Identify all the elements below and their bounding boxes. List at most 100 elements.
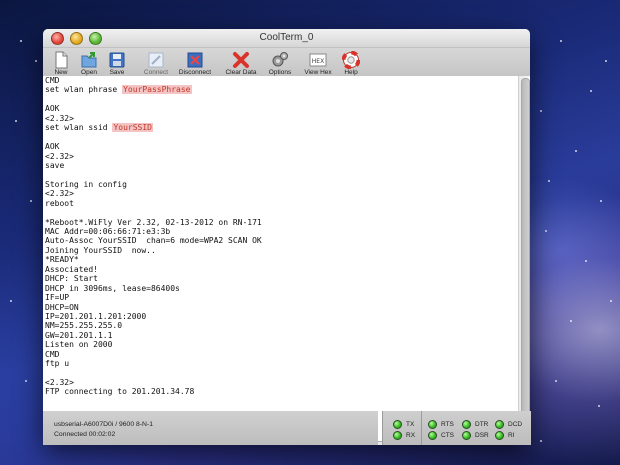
star — [25, 380, 27, 382]
terminal-line: Listen on 2000 — [45, 340, 517, 349]
terminal-line: *READY* — [45, 255, 517, 264]
terminal-line: save — [45, 161, 517, 170]
terminal-line: CMD — [45, 350, 517, 359]
connect-button[interactable]: Connect — [139, 51, 173, 76]
star — [575, 150, 577, 152]
terminal-area[interactable]: CMD set wlan phrase YourPassPhrase AOK <2.3… — [43, 76, 530, 442]
dcd-label: DCD — [508, 421, 523, 428]
terminal-output[interactable]: CMD set wlan phrase YourPassPhrase AOK <2.3… — [45, 76, 517, 441]
terminal-line: <2.32> — [45, 152, 517, 161]
rx-indicator: RX — [393, 431, 415, 440]
save-button[interactable]: Save — [105, 51, 129, 76]
vertical-scrollbar[interactable] — [518, 76, 530, 441]
star — [30, 200, 32, 202]
terminal-line-text: *READY* — [45, 255, 79, 265]
terminal-line-text: save — [45, 160, 65, 170]
star — [35, 60, 37, 62]
terminal-line-text: MAC Addr=00:06:66:71:e3:3b — [45, 227, 171, 236]
terminal-line: IF=UP — [45, 293, 517, 302]
clear-data-button-label: Clear Data — [225, 69, 257, 76]
connect-icon — [148, 52, 164, 68]
terminal-line-text: CMD — [45, 349, 60, 359]
dsr-led-icon — [462, 431, 471, 440]
star — [600, 200, 602, 202]
rts-led-icon — [428, 420, 437, 429]
terminal-line-text: AOK — [45, 104, 60, 114]
terminal-line: Storing in config — [45, 180, 517, 189]
highlighted-value: YourPassPhrase — [122, 85, 192, 95]
terminal-line-text: set wlan ssid — [45, 123, 113, 133]
star — [560, 40, 562, 42]
hex-icon: HEX — [309, 53, 327, 67]
dcd-indicator: DCD — [495, 420, 522, 429]
connection-status: Connected 00:02:02 — [54, 431, 116, 438]
clear-data-button[interactable]: Clear Data — [223, 51, 259, 76]
terminal-line-text: DHCP=ON — [45, 302, 79, 312]
cts-indicator: CTS — [428, 431, 454, 440]
terminal-line-text: DHCP in 3096ms, lease=86400s — [45, 283, 180, 293]
tx-indicator: TX — [393, 420, 414, 429]
terminal-line-text: CMD — [45, 76, 60, 85]
new-button[interactable]: New — [49, 51, 73, 76]
port-settings: usbserial-A6007D0i / 9600 8-N-1 — [54, 421, 153, 428]
star — [605, 60, 607, 62]
rx-led-icon — [393, 431, 402, 440]
help-button[interactable]: Help — [339, 51, 363, 76]
terminal-line: <2.32> — [45, 378, 517, 387]
dtr-indicator[interactable]: DTR — [462, 420, 488, 429]
terminal-line: <2.32> — [45, 114, 517, 123]
open-folder-icon — [81, 52, 97, 68]
terminal-line: DHCP in 3096ms, lease=86400s — [45, 284, 517, 293]
dsr-label: DSR — [475, 432, 489, 439]
coolterm-window: CoolTerm_0 New Open Save Connect Disconn… — [43, 29, 530, 445]
terminal-line: *Reboot*.WiFly Ver 2.32, 02-13-2012 on R… — [45, 218, 517, 227]
terminal-line: CMD — [45, 76, 517, 85]
terminal-line: GW=201.201.1.1 — [45, 331, 517, 340]
terminal-line: ftp u — [45, 359, 517, 368]
save-disk-icon — [109, 52, 125, 68]
terminal-line-text: <2.32> — [45, 189, 74, 199]
terminal-line: AOK — [45, 104, 517, 113]
terminal-line-text: IF=UP — [45, 293, 70, 303]
terminal-line-text: Storing in config — [45, 179, 127, 189]
open-button-label: Open — [81, 69, 97, 76]
tx-led-icon — [393, 420, 402, 429]
new-button-label: New — [54, 69, 68, 76]
terminal-line: AOK — [45, 142, 517, 151]
terminal-line-text: Joining YourSSID now.. — [45, 245, 156, 255]
ri-led-icon — [495, 431, 504, 440]
highlighted-value: YourSSID — [112, 123, 153, 133]
dsr-indicator: DSR — [462, 431, 489, 440]
connect-button-label: Connect — [143, 69, 169, 76]
clear-x-icon — [233, 52, 249, 68]
view-hex-button-label: View Hex — [304, 69, 332, 76]
dtr-led-icon — [462, 420, 471, 429]
rts-indicator[interactable]: RTS — [428, 420, 454, 429]
help-button-label: Help — [344, 69, 358, 76]
disconnect-button[interactable]: Disconnect — [177, 51, 213, 76]
star — [570, 320, 572, 322]
star — [10, 300, 12, 302]
terminal-line-text: GW=201.201.1.1 — [45, 330, 113, 340]
terminal-line: reboot — [45, 199, 517, 208]
terminal-line-text: FTP connecting to 201.201.34.78 — [45, 387, 195, 397]
terminal-line: <2.32> — [45, 189, 517, 198]
status-bar: usbserial-A6007D0i / 9600 8-N-1 Connecte… — [43, 411, 378, 445]
title-bar[interactable]: CoolTerm_0 — [43, 29, 530, 48]
terminal-line-text: NM=255.255.255.0 — [45, 321, 123, 331]
star — [590, 90, 592, 92]
terminal-line-text: set wlan phrase — [45, 85, 123, 95]
scrollbar-thumb[interactable] — [521, 78, 530, 438]
view-hex-button[interactable]: HEX View Hex — [301, 51, 335, 76]
options-button[interactable]: Options — [263, 51, 297, 76]
dcd-led-icon — [495, 420, 504, 429]
open-button[interactable]: Open — [77, 51, 101, 76]
terminal-line-text: Listen on 2000 — [45, 340, 113, 350]
star — [585, 260, 587, 262]
terminal-line-text: DHCP: Start — [45, 274, 98, 284]
terminal-line-text: <2.32> — [45, 378, 74, 387]
star — [15, 120, 17, 122]
